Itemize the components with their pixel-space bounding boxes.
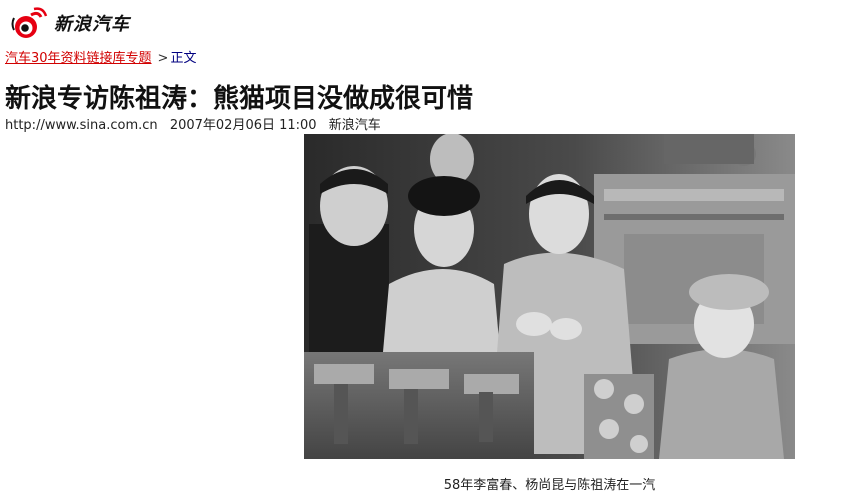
- article-title: 新浪专访陈祖涛：熊猫项目没做成很可惜: [5, 84, 474, 114]
- source-url: http://www.sina.com.cn: [5, 118, 158, 133]
- article-photo: [304, 134, 795, 459]
- photo-illustration: [304, 134, 795, 459]
- breadcrumb-separator: >: [157, 51, 169, 66]
- source-name: 新浪汽车: [328, 118, 381, 133]
- photo-caption: 58年李富春、杨尚昆与陈祖涛在一汽: [443, 478, 656, 493]
- breadcrumb-topic-link[interactable]: 汽车30年资料链接库专题: [5, 51, 152, 66]
- breadcrumb-current-link[interactable]: 正文: [170, 51, 196, 66]
- breadcrumb: 汽车30年资料链接库专题 > 正文: [5, 50, 196, 67]
- article-meta: http://www.sina.com.cn 2007年02月06日 11:00…: [5, 118, 389, 134]
- site-logo[interactable]: 新浪汽车: [8, 6, 130, 40]
- publish-time: 2007年02月06日 11:00: [169, 118, 317, 133]
- logo-text: 新浪汽车: [54, 14, 130, 35]
- sina-eye-logo-icon: [11, 7, 48, 38]
